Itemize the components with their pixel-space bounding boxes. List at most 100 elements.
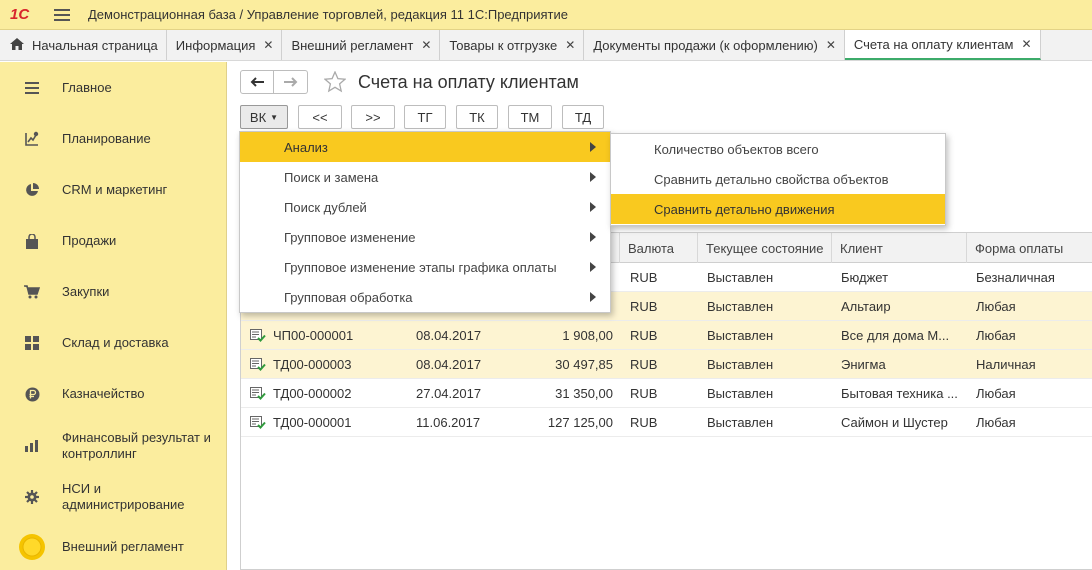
next-button[interactable]: >> <box>351 105 395 129</box>
vk-dropdown-menu: Анализ Поиск и замена Поиск дублей Групп… <box>239 131 611 313</box>
sidebar-item-label: Планирование <box>62 131 151 146</box>
sidebar-item-purchases[interactable]: Закупки <box>0 284 227 300</box>
document-posted-icon <box>250 387 266 403</box>
cell-payment: Любая <box>976 299 1016 314</box>
column-header-currency[interactable]: Валюта <box>619 233 697 263</box>
table-row[interactable]: ТД00-000001 11.06.2017 127 125,00 RUB Вы… <box>241 408 1092 437</box>
planning-icon <box>24 131 40 147</box>
cell-currency: RUB <box>630 299 658 314</box>
close-icon[interactable]: ✕ <box>1021 37 1031 51</box>
menu-item-label: Групповое изменение этапы графика оплаты <box>284 259 557 275</box>
submenu-arrow-icon <box>590 292 596 302</box>
sidebar-item-treasury[interactable]: Казначейство <box>0 386 227 402</box>
sidebar-item-label: Склад и доставка <box>62 335 169 350</box>
submenu-arrow-icon <box>590 202 596 212</box>
cell-number: ТД00-000002 <box>273 386 352 401</box>
tab-label: Информация <box>175 37 256 53</box>
cell-payment: Любая <box>976 328 1016 343</box>
submenu-item-compare-movements[interactable]: Сравнить детально движения <box>611 194 945 224</box>
column-header-state[interactable]: Текущее состояние <box>697 233 831 263</box>
favorite-star-icon[interactable] <box>323 70 347 96</box>
menu-item-group-change-payment-stages[interactable]: Групповое изменение этапы графика оплаты <box>240 252 610 282</box>
tab-label: Счета на оплату клиентам <box>853 36 1014 52</box>
cell-date: 11.06.2017 <box>416 415 481 430</box>
sidebar-item-planning[interactable]: Планирование <box>0 131 227 147</box>
shopping-bag-icon <box>24 233 40 249</box>
cell-payment: Наличная <box>976 357 1036 372</box>
sidebar-item-finance[interactable]: Финансовый результат и контроллинг <box>0 430 227 462</box>
sidebar-item-external-reglament[interactable]: Внешний регламент <box>0 534 227 560</box>
menu-item-label: Поиск и замена <box>284 169 379 185</box>
menu-item-label: Поиск дублей <box>284 199 367 215</box>
menu-item-analysis[interactable]: Анализ <box>240 132 610 162</box>
submenu-item-compare-properties[interactable]: Сравнить детально свойства объектов <box>611 164 945 194</box>
sidebar-item-admin[interactable]: НСИ и администрирование <box>0 481 227 513</box>
cell-state: Выставлен <box>707 357 774 372</box>
column-header-client[interactable]: Клиент <box>831 233 966 263</box>
sidebar: Главное Планирование CRM и маркетинг Про… <box>0 62 227 570</box>
tab-label: Документы продажи (к оформлению) <box>593 37 818 53</box>
forward-button[interactable] <box>274 70 308 94</box>
document-posted-icon <box>250 358 266 374</box>
gear-icon <box>24 489 40 505</box>
cell-currency: RUB <box>630 415 658 430</box>
table-row[interactable]: ЧП00-000001 08.04.2017 1 908,00 RUB Выст… <box>241 321 1092 350</box>
analysis-submenu: Количество объектов всего Сравнить детал… <box>610 133 946 226</box>
close-icon[interactable]: ✕ <box>565 38 575 52</box>
button-label: ВК <box>249 109 267 125</box>
submenu-arrow-icon <box>590 262 596 272</box>
menu-item-search-duplicates[interactable]: Поиск дублей <box>240 192 610 222</box>
close-icon[interactable]: ✕ <box>421 38 431 52</box>
cell-payment: Безналичная <box>976 270 1055 285</box>
tab-goods-to-ship[interactable]: Товары к отгрузке ✕ <box>440 30 585 60</box>
submenu-arrow-icon <box>590 172 596 182</box>
tab-info[interactable]: Информация ✕ <box>167 30 283 60</box>
menu-item-group-change[interactable]: Групповое изменение <box>240 222 610 252</box>
sidebar-item-crm[interactable]: CRM и маркетинг <box>0 182 227 198</box>
tg-button[interactable]: ТГ <box>404 105 446 129</box>
sidebar-item-main[interactable]: Главное <box>0 80 227 96</box>
1c-logo: 1С <box>10 6 40 24</box>
close-icon[interactable]: ✕ <box>826 38 836 52</box>
cell-state: Выставлен <box>707 270 774 285</box>
document-posted-icon <box>250 416 266 432</box>
cell-client: Энигма <box>841 357 886 372</box>
column-header-payment[interactable]: Форма оплаты <box>966 233 1092 263</box>
tab-sales-documents[interactable]: Документы продажи (к оформлению) ✕ <box>584 30 845 60</box>
submenu-item-count-objects[interactable]: Количество объектов всего <box>611 134 945 164</box>
bar-chart-icon <box>24 438 40 454</box>
cart-icon <box>24 284 40 300</box>
cell-client: Бюджет <box>841 270 889 285</box>
tab-label: Внешний регламент <box>291 37 414 53</box>
main-menu-icon[interactable] <box>54 8 70 21</box>
menu-item-group-processing[interactable]: Групповая обработка <box>240 282 610 312</box>
vk-menu-button[interactable]: ВК ▼ <box>240 105 288 129</box>
cell-currency: RUB <box>630 357 658 372</box>
td-button[interactable]: ТД <box>562 105 604 129</box>
cell-client: Альтаир <box>841 299 891 314</box>
sidebar-item-label: Внешний регламент <box>62 539 184 554</box>
prev-button[interactable]: << <box>298 105 342 129</box>
close-icon[interactable]: ✕ <box>263 38 273 52</box>
table-row[interactable]: ТД00-000002 27.04.2017 31 350,00 RUB Выс… <box>241 379 1092 408</box>
tab-client-invoices[interactable]: Счета на оплату клиентам ✕ <box>844 30 1041 60</box>
cell-number: ТД00-000001 <box>273 415 352 430</box>
tk-button[interactable]: ТК <box>456 105 498 129</box>
cell-state: Выставлен <box>707 328 774 343</box>
chevron-down-icon: ▼ <box>270 112 279 122</box>
cell-currency: RUB <box>630 328 658 343</box>
tab-home[interactable]: Начальная страница <box>0 30 167 60</box>
sidebar-item-sales[interactable]: Продажи <box>0 233 227 249</box>
sidebar-item-warehouse[interactable]: Склад и доставка <box>0 335 227 351</box>
back-button[interactable] <box>240 70 274 94</box>
cell-amount: 30 497,85 <box>555 357 613 372</box>
tab-external-reglament[interactable]: Внешний регламент ✕ <box>282 30 441 60</box>
menu-item-label: Анализ <box>284 139 328 155</box>
menu-item-search-replace[interactable]: Поиск и замена <box>240 162 610 192</box>
cell-currency: RUB <box>630 270 658 285</box>
tm-button[interactable]: ТМ <box>508 105 552 129</box>
sidebar-item-label: Главное <box>62 80 112 95</box>
table-row[interactable]: ТД00-000003 08.04.2017 30 497,85 RUB Выс… <box>241 350 1092 379</box>
tab-label: Товары к отгрузке <box>449 37 558 53</box>
tab-label: Начальная страница <box>32 37 158 53</box>
